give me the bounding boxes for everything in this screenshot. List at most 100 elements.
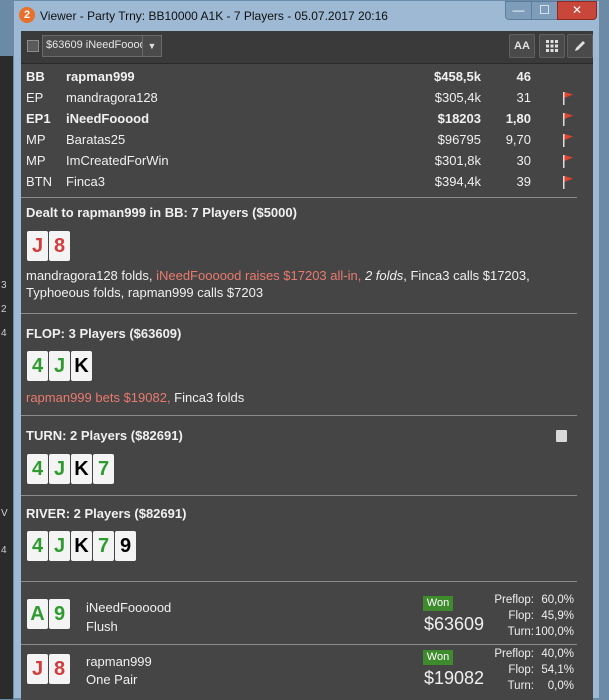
note-icon[interactable] [556, 430, 567, 442]
player-name: Baratas25 [66, 132, 126, 147]
stat-value: 40,0% [541, 648, 574, 660]
player-stack: $96795 [437, 132, 481, 147]
river-cards: 4JK79 [27, 531, 137, 561]
divider [21, 313, 577, 314]
card: K [71, 531, 92, 561]
player-bb: 31 [516, 90, 531, 105]
viewer-client: $63609 iNeedFoooo ▼ AA BB rapman999 $458… [21, 31, 593, 700]
card: 9 [49, 599, 70, 629]
stat-label: Flop: [508, 610, 534, 622]
stat-value: 100,0% [534, 626, 574, 638]
grid-button[interactable] [539, 34, 565, 58]
minimize-button[interactable]: — [505, 1, 532, 20]
player-name: mandragora128 [66, 90, 158, 105]
bg-fragment: 3 [1, 280, 7, 291]
player-row: MP Baratas25 $96795 9,70 [21, 130, 593, 150]
select-checkbox[interactable] [27, 40, 39, 52]
player-row: EP1 iNeedFooood $18203 1,80 [21, 109, 593, 129]
result-player-name: rapman999 [86, 654, 152, 669]
player-position: MP [26, 153, 46, 168]
turn-cards: 4JK7 [27, 454, 115, 484]
bg-fragment: 2 [1, 304, 7, 315]
flag-icon[interactable] [562, 91, 574, 105]
action-text-bet: rapman999 bets $19082, [26, 390, 175, 405]
result-hand: Flush [86, 619, 118, 634]
card: 4 [27, 351, 48, 381]
card: J [27, 231, 48, 261]
card: A [27, 599, 48, 629]
font-size-button[interactable]: AA [509, 34, 535, 58]
player-name: ImCreatedForWin [66, 153, 169, 168]
result-amount: $19082 [424, 668, 485, 688]
player-bb: 39 [516, 174, 531, 189]
scrollbar[interactable] [578, 64, 593, 700]
result-cards: A9 [27, 599, 71, 629]
title-bar[interactable]: 2 Viewer - Party Trny: BB10000 A1K - 7 P… [14, 1, 599, 31]
player-name: Finca3 [66, 174, 106, 189]
card: 8 [49, 231, 70, 261]
toolbar: $63609 iNeedFoooo ▼ AA [21, 31, 593, 64]
card: K [71, 454, 92, 484]
background-app-strip: 3 2 4 V 4 [0, 56, 14, 699]
player-stack: $394,4k [434, 174, 481, 189]
card: J [49, 454, 70, 484]
player-row: EP mandragora128 $305,4k 31 [21, 88, 593, 108]
close-button[interactable]: ✕ [557, 1, 597, 20]
bg-fragment: 4 [1, 545, 7, 556]
player-select-dropdown[interactable]: $63609 iNeedFoooo ▼ [42, 35, 162, 57]
card: 9 [115, 531, 136, 561]
flop-title: FLOP: 3 Players ($63609) [26, 326, 182, 341]
player-stack: $305,4k [434, 90, 481, 105]
flop-cards: 4JK [27, 351, 93, 381]
card: J [49, 351, 70, 381]
won-badge: Won [423, 650, 453, 665]
divider [21, 581, 577, 582]
action-text: mandragora128 folds, [26, 268, 157, 283]
card: 8 [49, 654, 70, 684]
maximize-button[interactable]: ☐ [531, 1, 558, 20]
app-logo-icon: 2 [19, 7, 35, 23]
bg-fragment: V [1, 508, 8, 519]
card: 4 [27, 531, 48, 561]
edit-button[interactable] [567, 34, 593, 58]
card: J [27, 654, 48, 684]
player-name: iNeedFooood [66, 111, 150, 126]
viewer-window: 2 Viewer - Party Trny: BB10000 A1K - 7 P… [13, 0, 600, 700]
hole-cards: J8 [27, 231, 71, 261]
player-bb: 46 [516, 69, 531, 84]
result-cards: J8 [27, 654, 71, 684]
card: 4 [27, 454, 48, 484]
divider [21, 197, 577, 198]
flag-icon[interactable] [562, 154, 574, 168]
chevron-down-icon[interactable]: ▼ [142, 36, 161, 56]
flag-icon[interactable] [562, 175, 574, 189]
river-title: RIVER: 2 Players ($82691) [26, 506, 187, 521]
divider [21, 495, 577, 496]
player-stack: $18203 [437, 111, 481, 126]
stat-value: 60,0% [541, 594, 574, 606]
player-row: BB rapman999 $458,5k 46 [21, 67, 593, 87]
player-bb: 1,80 [505, 111, 531, 126]
result-amount: $63609 [424, 614, 485, 634]
stat-value: 45,9% [541, 610, 574, 622]
action-text: Finca3 folds [174, 390, 245, 405]
player-stack: $458,5k [434, 69, 481, 84]
card: 7 [93, 454, 114, 484]
divider [21, 415, 577, 416]
flag-icon[interactable] [562, 112, 574, 126]
result-player-name: iNeedFoooood [86, 600, 172, 615]
preflop-actions: mandragora128 folds, iNeedFoooood raises… [26, 267, 571, 301]
won-badge: Won [423, 596, 453, 611]
action-text: , Finca3 calls $17203, [403, 268, 530, 283]
player-name: rapman999 [66, 69, 135, 84]
stat-label: Preflop: [494, 648, 534, 660]
divider [21, 644, 577, 645]
card: 7 [93, 531, 114, 561]
player-position: BB [26, 69, 45, 84]
player-select-value: $63609 iNeedFoooo [46, 39, 142, 51]
stat-label: Turn: [507, 680, 534, 692]
hand-history-panel: BB rapman999 $458,5k 46 EP mandragora128… [21, 64, 593, 700]
flag-icon[interactable] [562, 133, 574, 147]
player-bb: 9,70 [505, 132, 531, 147]
preflop-title: Dealt to rapman999 in BB: 7 Players ($50… [26, 205, 297, 220]
